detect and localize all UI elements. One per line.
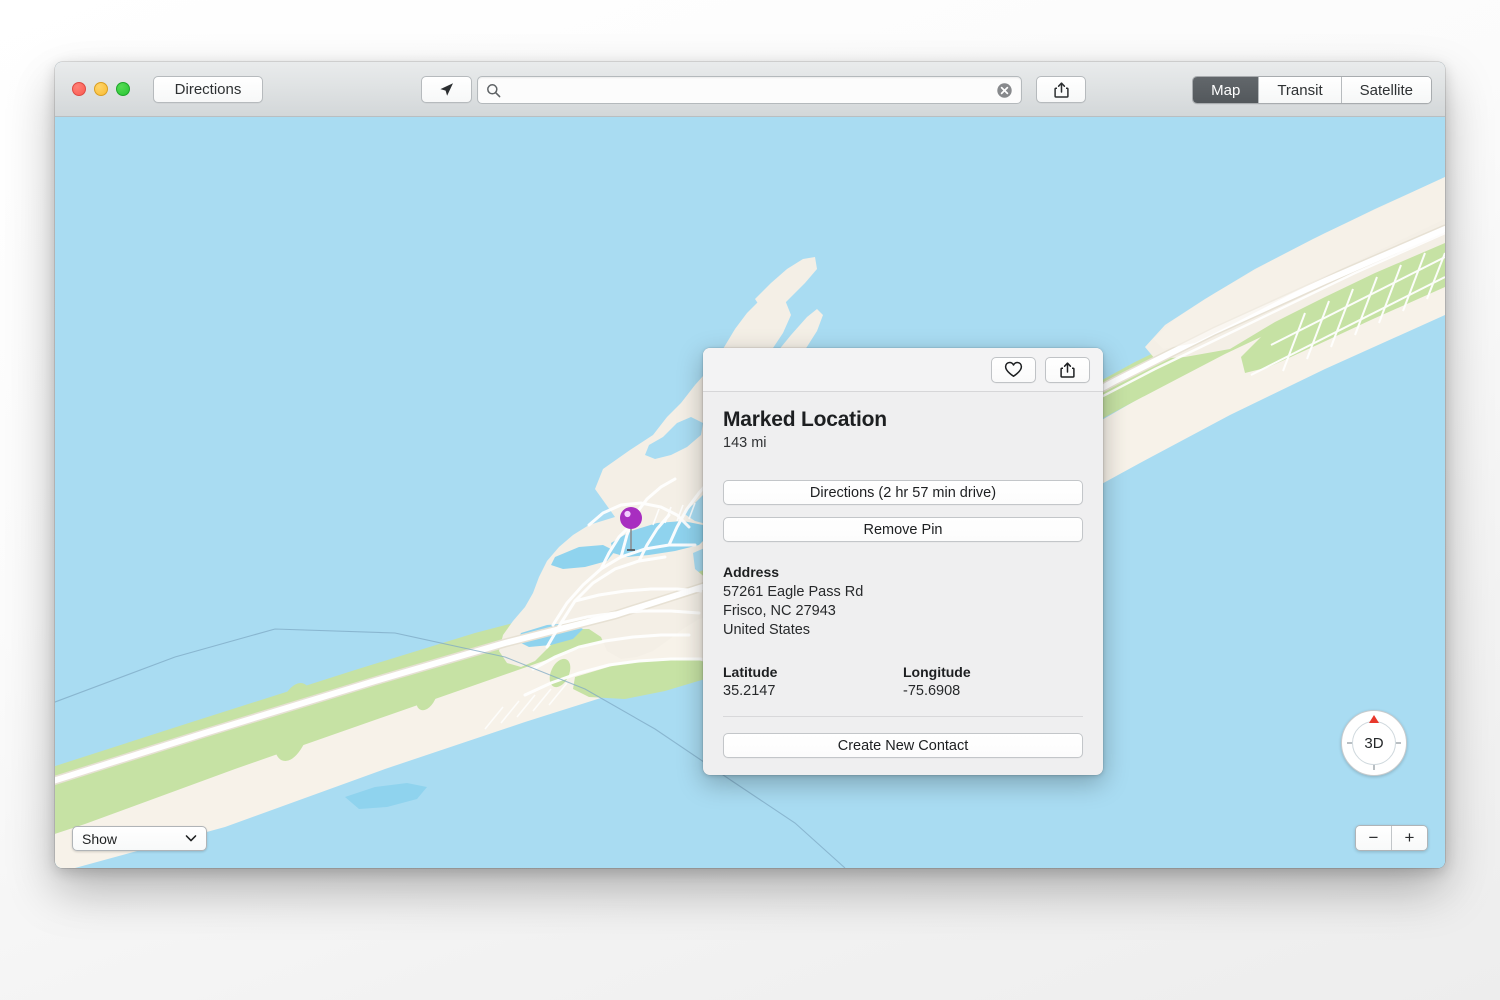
zoom-button[interactable] xyxy=(116,82,130,96)
minimize-button[interactable] xyxy=(94,82,108,96)
current-location-button[interactable] xyxy=(421,76,472,103)
longitude-value: -75.6908 xyxy=(903,683,961,699)
latitude-group: Latitude 35.2147 xyxy=(723,664,903,699)
map-canvas[interactable]: Show 3D − + Marked Location 143 mi Direc… xyxy=(55,117,1445,868)
search-icon xyxy=(487,83,501,97)
clear-circle-icon[interactable] xyxy=(996,82,1013,99)
coordinates-section: Latitude 35.2147 Longitude -75.6908 xyxy=(723,664,1083,717)
longitude-label: Longitude xyxy=(903,664,971,680)
remove-pin-button[interactable]: Remove Pin xyxy=(723,517,1083,542)
compass-3d-button[interactable]: 3D xyxy=(1341,710,1407,776)
compass-tick-east xyxy=(1396,742,1401,744)
compass-north-arrow-icon xyxy=(1369,715,1379,723)
screenshot-root: Directions Map Transit Satellite Show 3D… xyxy=(0,0,1500,1000)
address-line-2: Frisco, NC 27943 xyxy=(723,603,836,619)
chevron-down-icon xyxy=(185,835,197,842)
show-popup-label: Show xyxy=(82,830,118,847)
directions-button[interactable]: Directions xyxy=(153,76,263,103)
address-label: Address xyxy=(723,564,780,580)
create-new-contact-button[interactable]: Create New Contact xyxy=(723,733,1083,758)
window-titlebar: Directions Map Transit Satellite xyxy=(55,62,1445,117)
compass-tick-west xyxy=(1347,742,1352,744)
directions-drive-button[interactable]: Directions (2 hr 57 min drive) xyxy=(723,480,1083,505)
address-line-1: 57261 Eagle Pass Rd xyxy=(723,584,864,600)
place-distance: 143 mi xyxy=(723,435,767,451)
share-icon xyxy=(1053,81,1069,98)
share-icon xyxy=(1060,361,1075,378)
show-popup-button[interactable]: Show xyxy=(72,826,207,851)
search-field[interactable] xyxy=(477,76,1022,104)
place-info-popover: Marked Location 143 mi Directions (2 hr … xyxy=(703,348,1103,775)
address-line-3: United States xyxy=(723,622,811,638)
compass-tick-south xyxy=(1373,765,1375,770)
search-input[interactable] xyxy=(501,82,996,98)
popover-body: Marked Location 143 mi Directions (2 hr … xyxy=(703,392,1103,775)
popover-share-button[interactable] xyxy=(1045,356,1090,383)
compass-inner-ring: 3D xyxy=(1352,721,1396,765)
zoom-controls[interactable]: − + xyxy=(1355,825,1428,851)
traffic-lights xyxy=(72,82,130,96)
location-arrow-icon xyxy=(440,83,453,96)
place-title: Marked Location xyxy=(723,408,887,431)
popover-header xyxy=(703,348,1103,392)
close-button[interactable] xyxy=(72,82,86,96)
directions-button-label: Directions xyxy=(174,81,242,98)
zoom-out-button[interactable]: − xyxy=(1356,826,1392,850)
map-mode-segmented-control[interactable]: Map Transit Satellite xyxy=(1192,76,1432,104)
zoom-in-button[interactable]: + xyxy=(1392,826,1427,850)
heart-icon xyxy=(1004,361,1023,377)
tab-satellite[interactable]: Satellite xyxy=(1341,77,1431,103)
favorite-button[interactable] xyxy=(991,356,1036,383)
tab-map[interactable]: Map xyxy=(1193,77,1260,103)
latitude-label: Latitude xyxy=(723,664,778,680)
tab-transit[interactable]: Transit xyxy=(1259,77,1342,103)
maps-window: Directions Map Transit Satellite Show 3D… xyxy=(55,62,1445,868)
compass-3d-label: 3D xyxy=(1364,734,1384,752)
latitude-value: 35.2147 xyxy=(723,683,776,699)
share-button[interactable] xyxy=(1036,76,1086,103)
longitude-group: Longitude -75.6908 xyxy=(903,664,1083,699)
